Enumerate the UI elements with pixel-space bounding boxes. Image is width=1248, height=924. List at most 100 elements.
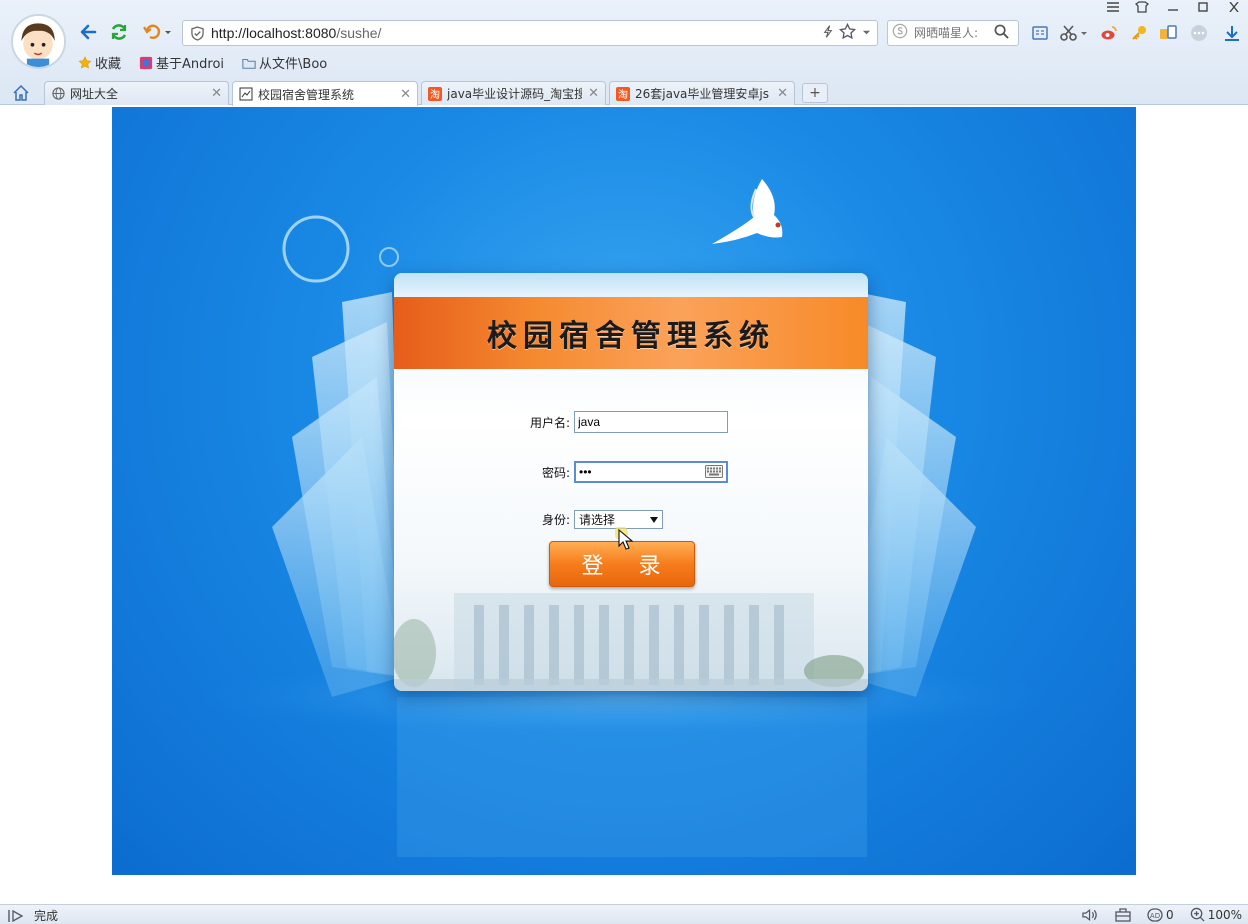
password-field-wrapper [574,461,728,483]
login-page: 校园宿舍管理系统 用户名: 密码: [112,107,1136,875]
url-path: /sushe/ [336,25,382,41]
toolbox-button[interactable] [1115,907,1131,922]
status-text: 完成 [34,909,59,923]
menu-button[interactable] [1102,0,1124,14]
toolbox-icon [1115,907,1131,922]
page-icon [239,87,253,101]
zoom-control[interactable]: 100% [1190,907,1242,922]
bookmark-label: 基于Androi [156,57,225,72]
close-icon [1229,2,1239,12]
url-host: http://localhost:8080 [211,25,337,41]
address-bar[interactable]: http://localhost:8080/sushe/ [182,20,878,46]
sync-devices-icon[interactable] [1158,23,1178,43]
zoom-icon [1190,907,1205,922]
login-button[interactable]: 登 录 [549,541,695,587]
svg-text:淘: 淘 [430,88,440,101]
tab-close-icon[interactable]: ✕ [400,87,411,102]
tab-nav-directory[interactable]: 网址大全 ✕ [44,81,229,105]
tab-taobao-search[interactable]: 淘 java毕业设计源码_淘宝搜 ✕ [421,81,606,105]
url-text[interactable]: http://localhost:8080/sushe/ [211,25,823,41]
svg-text:淘: 淘 [618,88,628,101]
username-row: 用户名: [394,411,868,433]
search-engine-icon[interactable] [892,23,908,43]
minimize-button[interactable] [1162,0,1184,14]
globe-icon [51,87,65,101]
back-button[interactable] [76,20,100,44]
screenshot-scissors-icon[interactable] [1058,23,1090,43]
search-icon[interactable] [994,24,1009,43]
bookmark-label: 收藏 [95,57,122,72]
undo-close-tab-button[interactable] [140,20,174,44]
new-tab-button[interactable]: + [802,83,828,103]
download-icon[interactable] [1222,23,1242,43]
role-row: 身份: 请选择 [394,510,868,529]
role-selected-value: 请选择 [579,513,616,527]
page-title: 校园宿舍管理系统 [487,319,775,354]
role-select[interactable]: 请选择 [574,510,663,529]
undo-icon [143,24,171,39]
bookmark-favorites[interactable]: 收藏 [78,53,121,72]
ad-block-counter[interactable]: AD 0 [1147,908,1174,922]
reader-mode-icon[interactable] [1030,23,1050,43]
bookmark-android[interactable]: 基于Androi [139,53,224,72]
ad-block-count: 0 [1166,907,1174,922]
zoom-level: 100% [1207,907,1242,922]
tab-close-icon[interactable]: ✕ [211,86,222,101]
security-shield-icon[interactable] [183,25,211,41]
app-icon [139,56,153,69]
tab-strip: 网址大全 ✕ 校园宿舍管理系统 ✕ 淘 java毕业设计源码_淘宝搜 ✕ 淘 2… [0,79,1248,106]
tab-dorm-system[interactable]: 校园宿舍管理系统 ✕ [232,81,418,106]
username-label: 用户名: [529,415,570,430]
arrow-left-icon [80,24,97,40]
skin-button[interactable] [1131,0,1153,14]
bookmarks-bar: 收藏 基于Androi 从文件\Boo [78,53,327,72]
key-icon[interactable] [1129,23,1149,43]
fan-cards-left [272,292,404,697]
refresh-button[interactable] [107,20,131,44]
sidebar-toggle-icon[interactable] [8,909,24,923]
bubble-decoration [282,215,399,283]
chevron-down-icon[interactable] [862,25,871,41]
ad-block-icon: AD [1147,907,1163,922]
minimize-icon [1168,9,1178,11]
tab-close-icon[interactable]: ✕ [777,86,788,101]
speaker-icon [1082,908,1097,921]
svg-text:AD: AD [1150,912,1160,920]
title-banner: 校园宿舍管理系统 [394,297,868,369]
card-header-strip [394,273,868,297]
skin-icon [1135,1,1149,13]
star-icon [78,55,92,68]
bookmark-label: 从文件\Boo [259,57,328,72]
menu-icon [1107,2,1119,12]
volume-button[interactable] [1082,908,1099,922]
maximize-button[interactable] [1192,0,1214,14]
refresh-icon [111,24,127,40]
tab-close-icon[interactable]: ✕ [588,86,599,101]
password-row: 密码: [394,461,868,483]
password-label: 密码: [541,465,570,480]
chevron-down-icon [650,516,658,523]
tab-label: 网址大全 [70,87,119,101]
more-options-icon[interactable] [1189,23,1209,43]
status-bar: 完成 AD 0 100% [0,904,1248,924]
login-card: 校园宿舍管理系统 用户名: 密码: [394,273,868,691]
browser-chrome: http://localhost:8080/sushe/ 网晒喵星人: 收藏 基… [0,0,1248,106]
dove-icon [712,179,783,244]
favorite-star-icon[interactable] [838,22,857,44]
taobao-icon: 淘 [428,86,442,101]
folder-icon [242,58,256,69]
tab-taobao-item[interactable]: 淘 26套java毕业管理安卓js ✕ [609,81,795,105]
role-label: 身份: [541,513,570,527]
weibo-icon[interactable] [1099,23,1119,43]
home-button[interactable] [10,82,32,104]
tab-label: 校园宿舍管理系统 [258,87,355,102]
lightning-icon[interactable] [823,24,833,43]
bookmark-folder[interactable]: 从文件\Boo [242,53,327,72]
user-avatar[interactable] [11,14,66,69]
username-input[interactable] [574,411,728,433]
soft-keyboard-icon[interactable] [705,465,723,478]
close-window-button[interactable] [1223,0,1245,14]
search-input[interactable] [914,26,994,40]
taobao-icon: 淘 [616,86,630,101]
search-box[interactable] [887,20,1019,46]
